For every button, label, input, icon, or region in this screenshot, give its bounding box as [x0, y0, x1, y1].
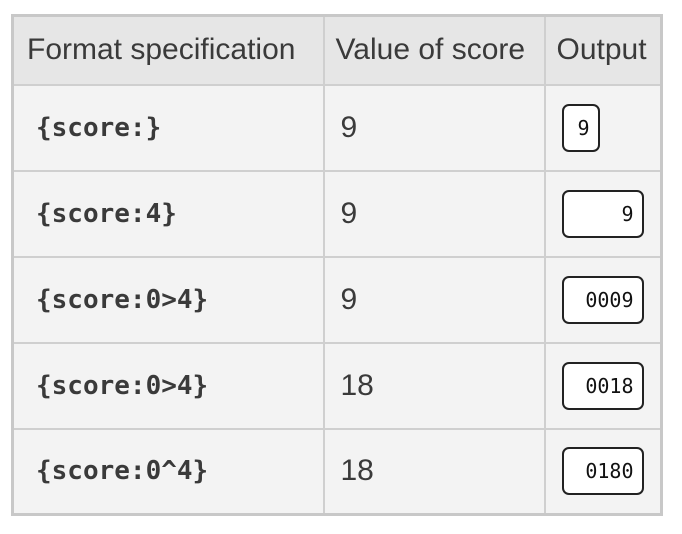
format-spec-cell: {score:}	[11, 83, 325, 172]
format-spec-cell: {score:0^4}	[11, 427, 325, 516]
score-value-cell: 9	[322, 169, 546, 258]
output-cell: 0180	[543, 427, 663, 516]
format-spec-table: Format specification Value of score Outp…	[11, 14, 663, 516]
table-header: Format specification Value of score Outp…	[11, 14, 663, 86]
output-cell: 9	[543, 83, 663, 172]
score-value-cell: 18	[322, 427, 546, 516]
header-value-of-score: Value of score	[322, 14, 546, 86]
output-box: 9	[561, 103, 600, 152]
output-box: 0018	[561, 361, 644, 410]
header-output: Output	[543, 14, 663, 86]
format-spec-cell: {score:0>4}	[11, 341, 325, 430]
table-row: {score:0>4} 9 0009	[11, 255, 663, 344]
table-row: {score:} 9 9	[11, 83, 663, 172]
table-body: {score:} 9 9 {score:4} 9 9 {score:0>4} 9…	[11, 83, 663, 516]
output-cell: 0018	[543, 341, 663, 430]
output-cell: 9	[543, 169, 663, 258]
output-box: 9	[561, 189, 644, 238]
format-spec-cell: {score:4}	[11, 169, 325, 258]
table-row: {score:4} 9 9	[11, 169, 663, 258]
output-box: 0180	[561, 447, 644, 496]
table-row: {score:0^4} 18 0180	[11, 427, 663, 516]
score-value-cell: 9	[322, 255, 546, 344]
format-spec-cell: {score:0>4}	[11, 255, 325, 344]
output-box: 0009	[561, 275, 644, 324]
header-format-specification: Format specification	[11, 14, 325, 86]
score-value-cell: 9	[322, 83, 546, 172]
output-cell: 0009	[543, 255, 663, 344]
score-value-cell: 18	[322, 341, 546, 430]
table-row: {score:0>4} 18 0018	[11, 341, 663, 430]
header-row: Format specification Value of score Outp…	[11, 14, 663, 86]
